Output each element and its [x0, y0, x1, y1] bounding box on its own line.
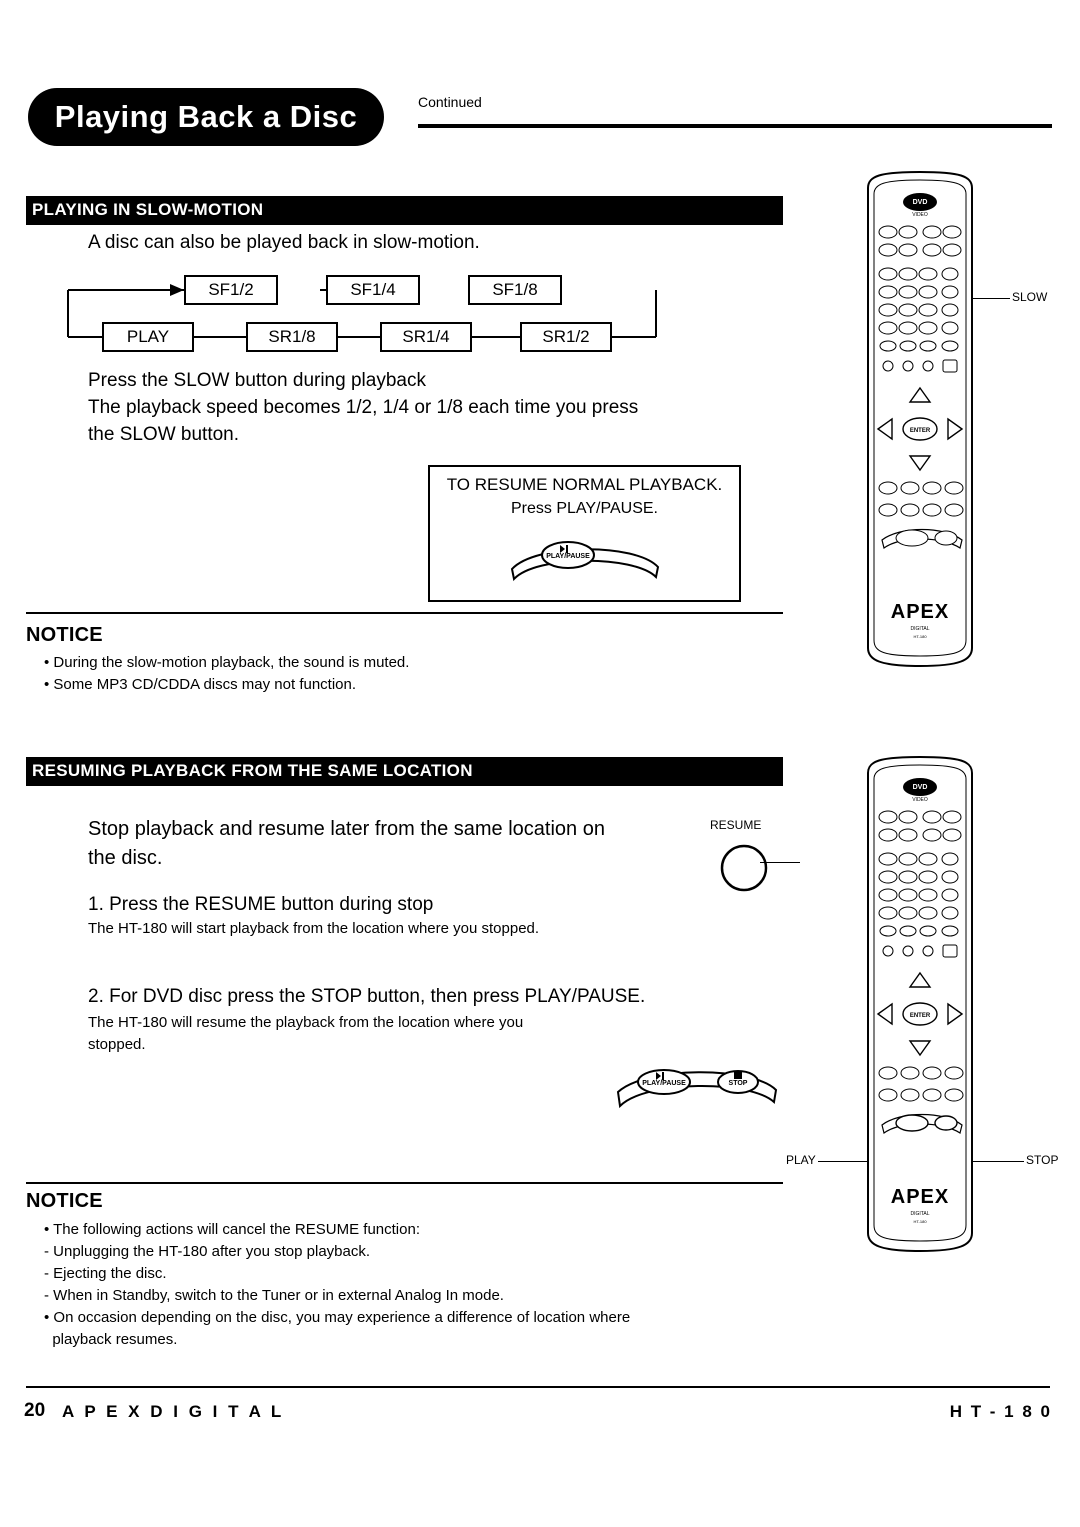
callout-play-label: PLAY — [786, 1153, 816, 1167]
svg-text:ENTER: ENTER — [910, 1013, 931, 1019]
svg-text:HT-180: HT-180 — [913, 634, 927, 639]
footer-brand: A P E X D I G I T A L — [62, 1402, 285, 1421]
svg-text:ENTER: ENTER — [910, 428, 931, 434]
page-header: Playing Back a Disc Continued — [28, 88, 1052, 150]
footer-model: H T - 1 8 0 — [949, 1402, 1052, 1421]
callout-stop-label: STOP — [1026, 1153, 1059, 1167]
notice1-item-0: • During the slow-motion playback, the s… — [44, 654, 410, 671]
svg-text:DVD: DVD — [913, 784, 928, 791]
notice2-item-3: - When in Standby, switch to the Tuner o… — [44, 1287, 504, 1304]
notice1-title: NOTICE — [26, 624, 103, 646]
notice2-item-2: - Ejecting the disc. — [44, 1265, 167, 1282]
resume-step2-title: 2. For DVD disc press the STOP button, t… — [88, 986, 646, 1007]
svg-text:APEX: APEX — [891, 1186, 949, 1208]
notice2-item-4: • On occasion depending on the disc, you… — [44, 1309, 631, 1326]
callout-resume-leader — [760, 862, 800, 863]
notice2-title: NOTICE — [26, 1190, 103, 1212]
section-heading-slow-motion: PLAYING IN SLOW-MOTION — [26, 196, 783, 225]
svg-text:DVD: DVD — [913, 199, 928, 206]
svg-text:PLAY/PAUSE: PLAY/PAUSE — [642, 1080, 686, 1087]
slow-motion-intro: A disc can also be played back in slow-m… — [88, 232, 480, 253]
notice2-rule — [26, 1182, 783, 1184]
flow-box-sf14: SF1/4 — [326, 275, 420, 305]
resume-intro-line2: the disc. — [88, 847, 163, 869]
notice2-item-5: playback resumes. — [44, 1331, 178, 1348]
resume-step2-body-line2: stopped. — [88, 1036, 146, 1053]
play-stop-buttons-illustration: PLAY/PAUSE STOP — [616, 1069, 778, 1109]
header-divider — [418, 124, 1052, 128]
slow-motion-step-line1: Press the SLOW button during playback — [88, 370, 426, 391]
notice1-rule — [26, 612, 783, 614]
flow-box-play: PLAY — [102, 322, 194, 352]
callout-slow-label: SLOW — [1012, 290, 1048, 304]
svg-text:DIGITAL: DIGITAL — [910, 626, 929, 632]
svg-text:VIDEO: VIDEO — [912, 212, 928, 218]
resume-button-circle-illustration — [720, 844, 768, 892]
section-heading-resuming-playback: RESUMING PLAYBACK FROM THE SAME LOCATION — [26, 757, 783, 786]
flow-box-sf18: SF1/8 — [468, 275, 562, 305]
remote-control-illustration-top: DVD VIDEO ENTER APEX DIGITAL HT-180 — [840, 170, 1000, 675]
notice1-item-1: • Some MP3 CD/CDDA discs may not functio… — [44, 676, 357, 693]
svg-text:STOP: STOP — [729, 1080, 748, 1087]
remote-control-illustration-bottom: DVD VIDEO ENTER APEX DIGITAL HT-180 — [840, 755, 1000, 1260]
svg-text:HT-180: HT-180 — [913, 1219, 927, 1224]
svg-text:VIDEO: VIDEO — [912, 797, 928, 803]
play-pause-button-illustration: PLAY/PAUSE — [510, 541, 660, 582]
flow-box-sr18: SR1/8 — [246, 322, 338, 352]
slow-motion-step-line3: the SLOW button. — [88, 424, 240, 445]
resume-intro-line1: Stop playback and resume later from the … — [88, 818, 605, 840]
flow-box-sr14: SR1/4 — [380, 322, 472, 352]
resume-box-line2: Press PLAY/PAUSE. — [510, 500, 658, 517]
flow-box-sr12: SR1/2 — [520, 322, 612, 352]
footer-page-number: 20 — [24, 1400, 46, 1421]
slow-motion-flow-diagram: SF1/2 SF1/4 SF1/8 PLAY SR1/8 SR1/4 SR1/2 — [60, 265, 720, 365]
page-title: Playing Back a Disc — [54, 99, 358, 134]
slow-motion-step-line2: The playback speed becomes 1/2, 1/4 or 1… — [88, 397, 639, 418]
resume-step1-body: The HT-180 will start playback from the … — [88, 920, 540, 937]
resume-step2-body-line1: The HT-180 will resume the playback from… — [88, 1014, 524, 1031]
resume-normal-playback-box: TO RESUME NORMAL PLAYBACK. Press PLAY/PA… — [428, 465, 741, 602]
notice2-item-0: • The following actions will cancel the … — [44, 1221, 420, 1238]
notice2-item-1: - Unplugging the HT-180 after you stop p… — [44, 1243, 371, 1260]
resume-step1-title: 1. Press the RESUME button during stop — [88, 894, 434, 915]
svg-text:APEX: APEX — [891, 601, 949, 623]
svg-text:DIGITAL: DIGITAL — [910, 1211, 929, 1217]
resume-box-line1: TO RESUME NORMAL PLAYBACK. — [446, 475, 723, 494]
flow-box-sf12: SF1/2 — [184, 275, 278, 305]
footer-divider — [26, 1386, 1050, 1388]
header-continued-label: Continued — [418, 94, 482, 110]
callout-resume-label: RESUME — [710, 818, 762, 832]
svg-text:PLAY/PAUSE: PLAY/PAUSE — [546, 553, 590, 560]
